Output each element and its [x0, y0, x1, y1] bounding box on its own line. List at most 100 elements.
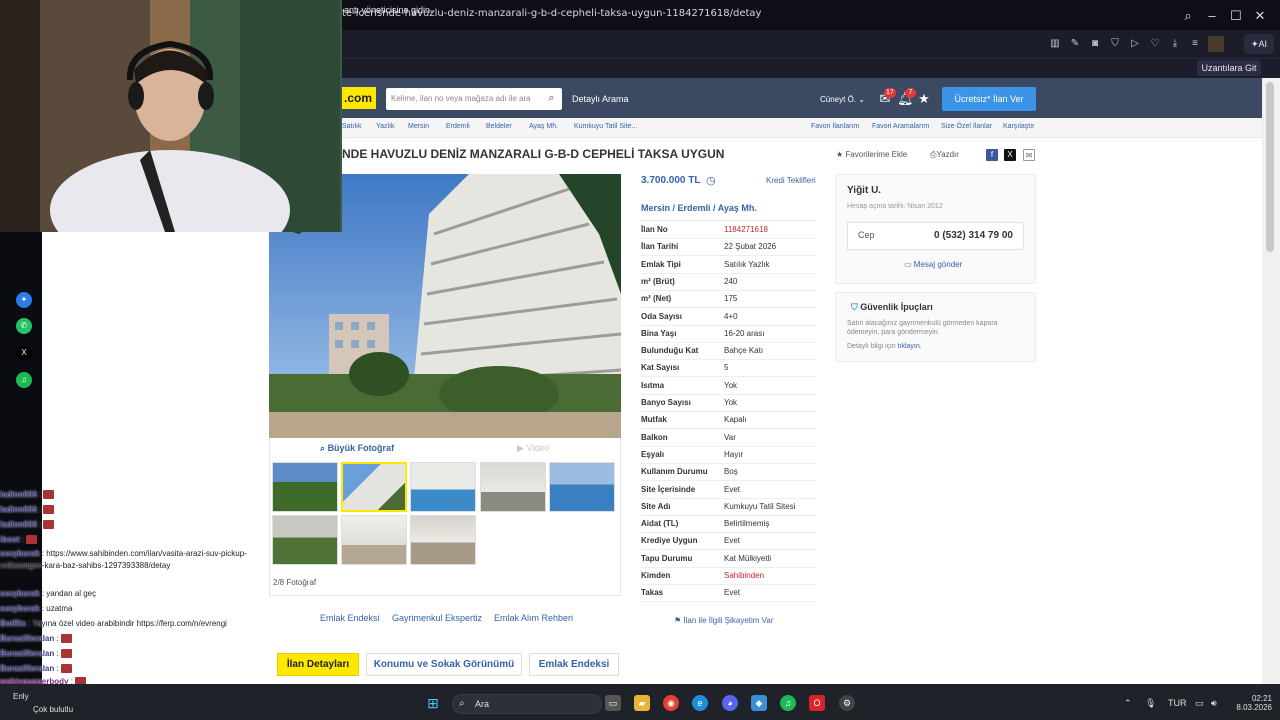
detail-value: Evet — [724, 484, 741, 494]
link-compare[interactable]: Karşılaştır — [1003, 123, 1035, 130]
photo-thumbnail-selected[interactable] — [341, 462, 407, 512]
chevron-up-icon[interactable]: ⌃ — [1124, 698, 1132, 709]
windows-start-icon[interactable]: ⊞ — [425, 695, 441, 711]
location-breadcrumb: Mersin / Erdemli / Ayaş Mh. — [641, 203, 757, 213]
emote-icon — [60, 634, 72, 644]
facebook-icon[interactable]: f — [986, 149, 998, 161]
detail-row: Oda Sayısı 4+0 — [641, 309, 816, 326]
photo-thumbnail[interactable] — [549, 462, 615, 512]
location-city[interactable]: Mersin — [641, 203, 670, 213]
star-icon[interactable]: ★ — [916, 91, 932, 107]
detail-value: Yok — [724, 380, 738, 390]
link-favorite-listings[interactable]: Favori İlanlarım — [811, 123, 859, 130]
price: 3.700.000 TL — [641, 175, 701, 186]
chrome-icon[interactable]: ◉ — [663, 695, 679, 711]
breadcrumb-item[interactable]: Ayaş Mh. — [529, 123, 558, 130]
breadcrumb-item[interactable]: Beldeler — [486, 123, 512, 130]
breadcrumb-item[interactable]: Satılık — [342, 123, 361, 130]
discord-icon[interactable]: ◕ — [722, 695, 738, 711]
language-indicator[interactable]: TUR — [1168, 698, 1187, 708]
emote-icon — [60, 664, 72, 674]
microphone-icon[interactable]: 🎙︎ — [1145, 698, 1156, 709]
camera-icon[interactable]: ◙ — [1088, 37, 1102, 51]
buying-guide-link[interactable]: Emlak Alım Rehberi — [494, 613, 573, 623]
search-icon[interactable]: ⌕ — [545, 92, 558, 105]
whatsapp-icon[interactable]: ✆ — [16, 318, 32, 334]
heart-icon[interactable]: ♡ — [1148, 37, 1162, 51]
post-ad-button[interactable]: Ücretsiz* İlan Ver — [942, 87, 1036, 111]
task-view-icon[interactable]: ▭ — [605, 695, 621, 711]
messenger-icon[interactable]: ✦ — [16, 292, 32, 308]
minimize-button[interactable]: – — [1202, 6, 1222, 26]
photo-thumbnail[interactable] — [480, 462, 546, 512]
maximize-button[interactable]: ☐ — [1226, 6, 1246, 26]
scrollbar-thumb[interactable] — [1266, 82, 1274, 252]
site-logo[interactable]: .com — [342, 87, 376, 109]
photo-thumbnail[interactable] — [410, 462, 476, 512]
network-icon[interactable]: ▭ — [1195, 698, 1204, 709]
detail-value: Var — [724, 432, 736, 442]
detail-value[interactable]: 1184271618 — [724, 225, 768, 234]
credit-offers-link[interactable]: Kredi Teklifleri — [766, 176, 816, 185]
add-favorite-button[interactable]: ★ Favorilerime Ekle — [836, 150, 907, 159]
volume-icon[interactable]: 🔊︎ — [1211, 698, 1217, 709]
close-button[interactable]: ✕ — [1250, 6, 1270, 26]
chat-message: BotRix : Yayına özel video arabibindir h… — [0, 619, 227, 628]
avatar[interactable] — [1208, 36, 1224, 52]
photo-thumbnail[interactable] — [410, 515, 476, 565]
play-icon[interactable]: ▷ — [1128, 37, 1142, 51]
ai-button[interactable]: ✦AI — [1244, 34, 1274, 54]
seller-name[interactable]: Yiğit U. — [847, 185, 881, 196]
detail-row: Balkon Var — [641, 430, 816, 447]
extensions-button[interactable]: Uzantılara Git — [1197, 60, 1261, 76]
search-icon[interactable]: ⌕ — [1178, 6, 1198, 26]
date: 8.03.2026 — [1236, 703, 1272, 712]
advanced-search-link[interactable]: Detaylı Arama — [572, 94, 629, 104]
video-button[interactable]: ▶ Video — [517, 443, 549, 454]
link-favorite-searches[interactable]: Favori Aramalarım — [872, 123, 929, 130]
download-icon[interactable]: ⤓ — [1168, 37, 1182, 51]
safety-detail-link[interactable]: tıklayın. — [898, 343, 922, 350]
user-menu[interactable]: Cüneyt Ö. ⌄ — [820, 95, 865, 104]
report-listing-link[interactable]: ⚑ İlan ile İlgili Şikayetim Var — [674, 616, 774, 625]
detail-value: 5 — [724, 363, 729, 373]
phone-number[interactable]: 0 (532) 314 79 00 — [934, 230, 1013, 241]
detail-label: m² (Brüt) — [641, 276, 675, 286]
edge-icon[interactable]: e — [692, 695, 708, 711]
settings-icon[interactable]: ⚙ — [839, 695, 855, 711]
breadcrumb-item[interactable]: Yazlık — [376, 123, 395, 130]
real-estate-index-link[interactable]: Emlak Endeksi — [320, 613, 380, 623]
location-neighborhood[interactable]: Ayaş Mh. — [718, 203, 757, 213]
breadcrumb-item[interactable]: Erdemli — [446, 123, 470, 130]
chat-user: ladinn666 — [0, 505, 37, 514]
mail-share-icon[interactable]: ✉ — [1023, 149, 1035, 161]
price-history-icon[interactable]: ◷ — [706, 174, 716, 187]
weather-text[interactable]: Çok bulutlu — [33, 705, 73, 714]
link-special-listings[interactable]: Size Özel İlanlar — [941, 123, 992, 130]
detail-value[interactable]: Sahibinden — [724, 571, 764, 580]
menu-icon[interactable]: ≡ — [1188, 37, 1202, 51]
edit-icon[interactable]: ✎ — [1068, 37, 1082, 51]
breadcrumb-item[interactable]: Mersin — [408, 123, 429, 130]
send-message-button[interactable]: ▭ Mesaj gönder — [904, 260, 962, 269]
clock[interactable]: 02:21 8.03.2026 — [1236, 694, 1272, 712]
file-explorer-icon[interactable]: ▰ — [634, 695, 650, 711]
opera-icon[interactable]: O — [809, 695, 825, 711]
x-icon[interactable]: X — [16, 345, 32, 361]
ai-label: AI — [1258, 39, 1268, 49]
weather-temp[interactable]: Enly — [13, 692, 29, 701]
tab-location[interactable]: Konumu ve Sokak Görünümü — [366, 653, 522, 676]
breadcrumb-item[interactable]: Kumkuyu Tatil Site... — [574, 123, 637, 130]
app-icon[interactable]: ◆ — [751, 695, 767, 711]
expertise-link[interactable]: Gayrimenkul Ekspertiz — [392, 613, 482, 623]
shield-icon[interactable]: ⛉ — [1108, 37, 1122, 51]
reader-icon[interactable]: ▥ — [1048, 37, 1062, 51]
tab-real-estate-index[interactable]: Emlak Endeksi — [529, 653, 619, 676]
photo-thumbnail[interactable] — [341, 515, 407, 565]
big-photo-button[interactable]: ⌕ Büyük Fotoğraf — [320, 443, 394, 454]
x-icon[interactable]: X — [1004, 149, 1016, 161]
spotify-icon[interactable]: ♫ — [780, 695, 796, 711]
spotify-icon[interactable]: ♫ — [16, 372, 32, 388]
location-district[interactable]: Erdemli — [678, 203, 711, 213]
print-button[interactable]: ⎙Yazdır — [930, 150, 959, 160]
